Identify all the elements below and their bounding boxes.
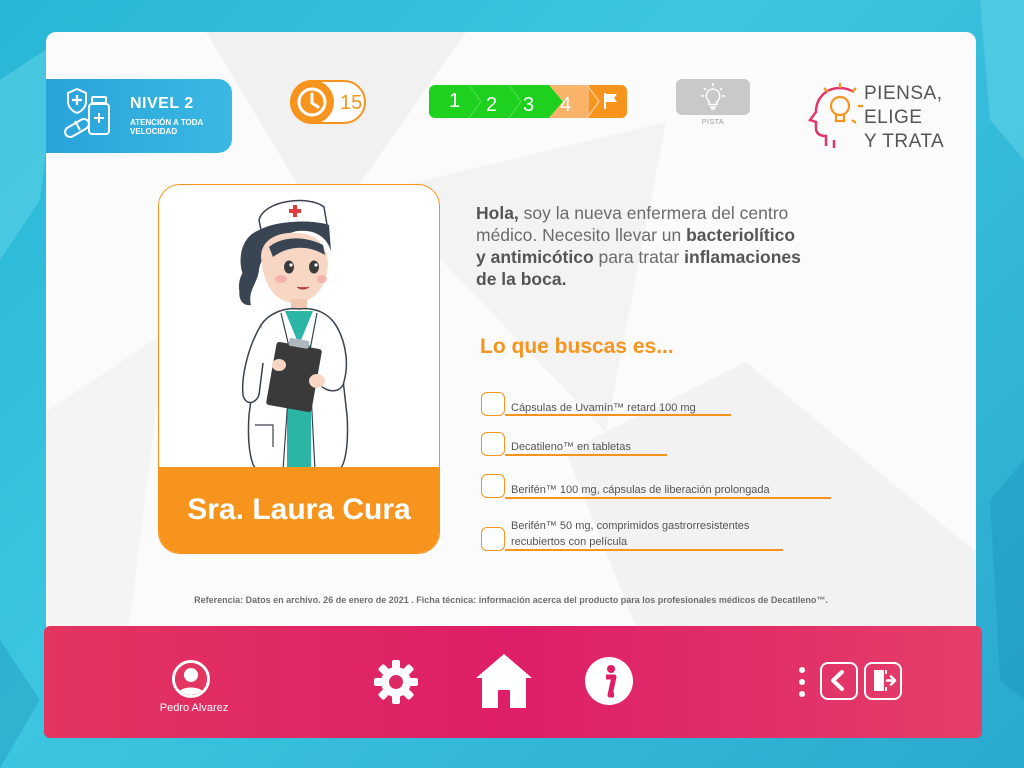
level-badge: NIVEL 2 ATENCIÓN A TODA VELOCIDAD (46, 79, 232, 153)
option-underline (505, 454, 667, 456)
progress-step-2: 2 (486, 94, 498, 116)
option-checkbox[interactable] (481, 474, 505, 498)
avatar[interactable] (172, 660, 210, 698)
option-label: Decatileno™ en tabletas (511, 441, 631, 453)
logo-line-2: ELIGE (864, 107, 923, 128)
level-subtitle: ATENCIÓN A TODA VELOCIDAD (130, 118, 204, 136)
progress-step-1: 1 (449, 90, 461, 112)
speech-part-4: para tratar (593, 247, 685, 267)
level-progress: 1 2 3 4 (429, 85, 627, 118)
option-label-line-2: recubiertos con película (511, 536, 628, 548)
game-card: NIVEL 2 ATENCIÓN A TODA VELOCIDAD 15 1 2… (46, 32, 976, 652)
character-card: Sra. Laura Cura (158, 184, 440, 554)
timer-value: 15 (340, 92, 363, 114)
logo-text: PIENSA, ELIGE Y TRATA (864, 82, 944, 154)
hint-label: PISTA (701, 119, 725, 126)
timer: 15 (290, 80, 366, 124)
exit-icon (874, 670, 897, 691)
home-icon[interactable] (474, 652, 534, 710)
progress-step-4: 4 (560, 94, 572, 116)
speech-greeting: Hola, (476, 203, 519, 223)
option-underline (505, 414, 731, 416)
back-icon (831, 670, 844, 691)
level-title: NIVEL 2 (130, 95, 194, 112)
lightbulb-icon (701, 83, 725, 110)
option-label: Berifén™ 100 mg, cápsulas de liberación … (511, 484, 770, 496)
more-icon[interactable] (798, 666, 806, 698)
option-label-line-1: Berifén™ 50 mg, comprimidos gastrorresis… (511, 520, 750, 532)
option-underline (505, 549, 783, 551)
reference-text: Referencia: Datos en archivo. 26 de ener… (194, 595, 828, 605)
medicine-icon (64, 87, 110, 138)
character-name: Sra. Laura Cura (159, 467, 439, 553)
head-lightbulb-icon (807, 83, 863, 148)
exit-button[interactable] (864, 662, 902, 700)
option-checkbox[interactable] (481, 527, 505, 551)
logo-line-3: Y TRATA (864, 131, 945, 152)
settings-icon[interactable] (372, 658, 420, 706)
option-2[interactable]: Decatileno™ en tabletas (481, 432, 671, 458)
option-3[interactable]: Berifén™ 100 mg, cápsulas de liberación … (481, 474, 831, 500)
user-icon (175, 663, 207, 695)
option-1[interactable]: Cápsulas de Uvamín™ retard 100 mg (481, 392, 731, 418)
option-4[interactable]: Berifén™ 50 mg, comprimidos gastrorresis… (481, 519, 791, 553)
bottom-toolbar: Pedro Alvarez (44, 626, 982, 738)
option-underline (505, 497, 831, 499)
flag-icon (604, 93, 617, 109)
option-checkbox[interactable] (481, 432, 505, 456)
info-icon[interactable] (584, 656, 634, 706)
progress-step-3: 3 (523, 94, 535, 116)
hint-button[interactable] (676, 79, 750, 115)
option-checkbox[interactable] (481, 392, 505, 416)
option-label: Cápsulas de Uvamín™ retard 100 mg (511, 402, 696, 414)
question-prompt: Lo que buscas es... (480, 335, 674, 358)
back-button[interactable] (820, 662, 858, 700)
user-name: Pedro Alvarez (159, 702, 229, 714)
logo-line-1: PIENSA, (864, 83, 943, 104)
speech-text: Hola, soy la nueva enfermera del centro … (476, 202, 806, 290)
nurse-illustration (238, 199, 349, 470)
clock-icon (290, 80, 334, 124)
